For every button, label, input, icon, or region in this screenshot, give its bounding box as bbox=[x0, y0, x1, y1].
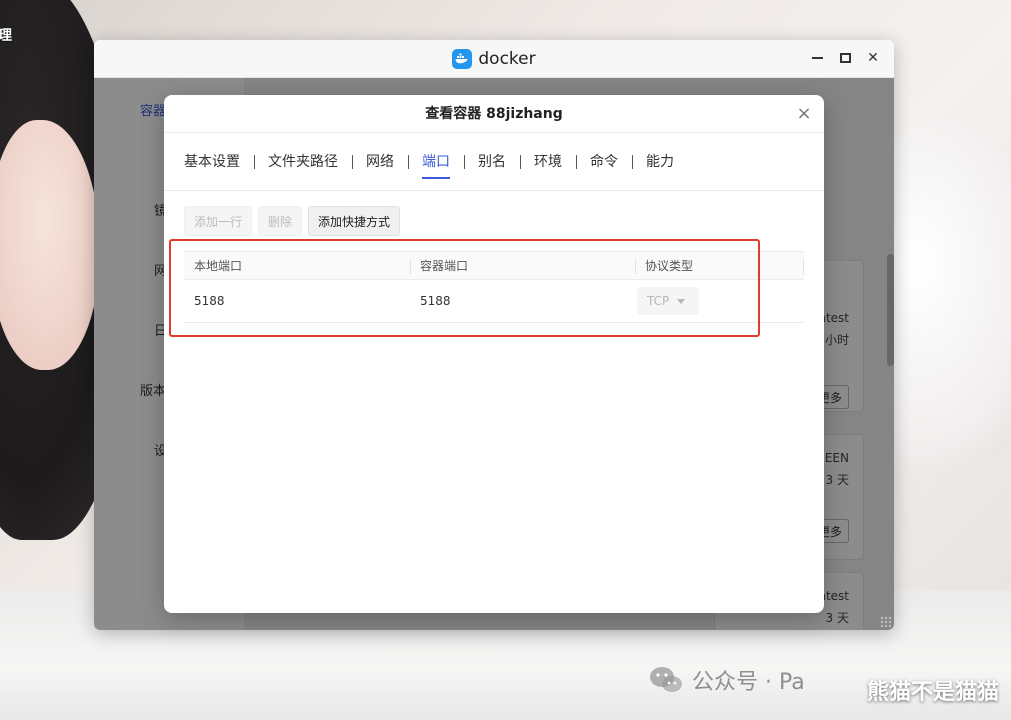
dialog-close-icon[interactable]: × bbox=[794, 104, 814, 124]
tab-folder-paths[interactable]: 文件夹路径 bbox=[254, 147, 352, 177]
watermark-text: 公众号 · Pa bbox=[692, 670, 805, 695]
tab-network[interactable]: 网络 bbox=[352, 147, 408, 177]
tab-ports[interactable]: 端口 bbox=[408, 147, 464, 179]
tab-aliases[interactable]: 别名 bbox=[464, 147, 520, 177]
tab-capabilities[interactable]: 能力 bbox=[632, 147, 688, 177]
delete-button[interactable]: 删除 bbox=[258, 206, 303, 236]
view-container-dialog: 查看容器 88jizhang × 基本设置 文件夹路径 网络 端口 别名 环境 … bbox=[164, 95, 824, 613]
dialog-header: 查看容器 88jizhang × bbox=[164, 95, 824, 133]
window-title-text: docker bbox=[478, 49, 536, 69]
maximize-icon[interactable] bbox=[838, 50, 852, 66]
dialog-tabs: 基本设置 文件夹路径 网络 端口 别名 环境 命令 能力 bbox=[184, 145, 688, 179]
window-close-icon[interactable]: ✕ bbox=[866, 50, 880, 66]
annotation-highlight-box bbox=[169, 239, 760, 337]
tab-environment[interactable]: 环境 bbox=[520, 147, 576, 177]
minimize-icon[interactable] bbox=[810, 50, 824, 66]
window-resize-grip[interactable] bbox=[880, 616, 892, 628]
watermark: 公众号 · Pa bbox=[648, 664, 805, 696]
desktop-app-label[interactable]: 理 bbox=[0, 25, 12, 45]
docker-whale-icon bbox=[452, 49, 473, 69]
add-row-button[interactable]: 添加一行 bbox=[184, 206, 253, 236]
wechat-icon bbox=[648, 665, 684, 695]
dialog-title: 查看容器 88jizhang bbox=[425, 106, 563, 122]
add-shortcut-button[interactable]: 添加快捷方式 bbox=[308, 206, 401, 236]
watermark-signature: 熊猫不是猫猫 bbox=[866, 680, 999, 705]
tab-command[interactable]: 命令 bbox=[576, 147, 632, 177]
tabs-divider bbox=[164, 190, 824, 191]
port-toolbar: 添加一行 删除 添加快捷方式 bbox=[184, 206, 401, 236]
window-titlebar[interactable]: docker ✕ bbox=[94, 40, 894, 78]
window-title: docker bbox=[94, 40, 894, 78]
tab-basic-settings[interactable]: 基本设置 bbox=[184, 147, 254, 177]
window-controls: ✕ bbox=[810, 50, 880, 66]
